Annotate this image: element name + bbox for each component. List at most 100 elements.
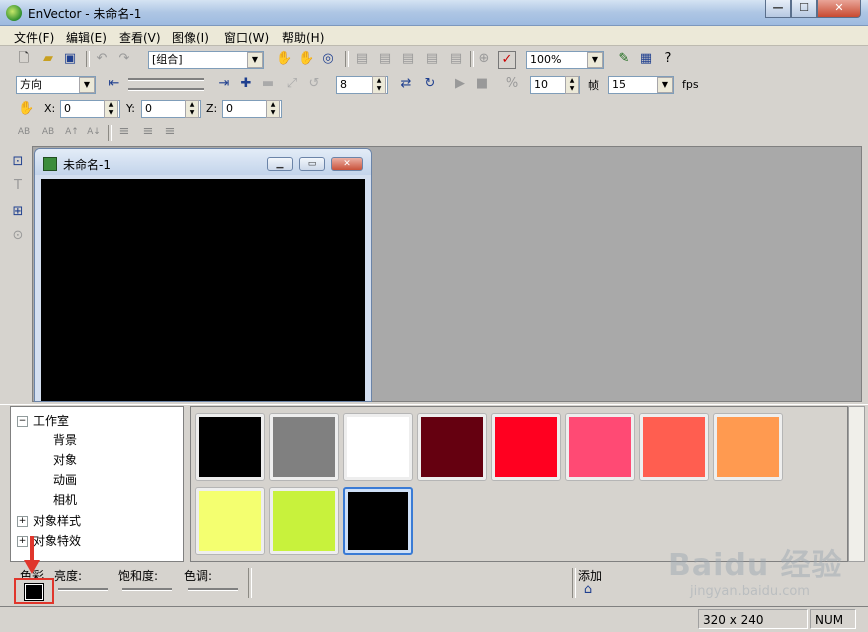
- expand-toggle[interactable]: +: [17, 516, 28, 527]
- tree-item-object-style[interactable]: 对象样式: [33, 512, 81, 529]
- text-icon-3[interactable]: A↑: [64, 124, 80, 140]
- color-swatch[interactable]: [491, 413, 561, 481]
- studio-tree: − 工作室 背景 对象 动画 相机 + 对象样式 + 对象特效: [10, 406, 184, 562]
- rotate-icon[interactable]: ↻: [422, 76, 438, 92]
- document-title-bar[interactable]: 未命名-1 ▁ ▭ ✕: [35, 149, 371, 175]
- align-center-icon[interactable]: ≡: [140, 124, 156, 140]
- menu-bar: 文件(F) 编辑(E) 查看(V) 图像(I) 窗口(W) 帮助(H): [0, 26, 868, 46]
- color-swatch[interactable]: [269, 413, 339, 481]
- tree-item-background[interactable]: 背景: [53, 431, 77, 448]
- undo-icon[interactable]: ↶: [94, 51, 110, 67]
- check-frame-icon[interactable]: ✓: [498, 51, 516, 69]
- camera-tool-icon[interactable]: ⊙: [10, 228, 26, 244]
- color-swatch[interactable]: [417, 413, 487, 481]
- transform-icon[interactable]: ⤢: [284, 76, 300, 92]
- vertical-scrollbar[interactable]: [848, 406, 865, 562]
- text-icon-4[interactable]: A↓: [86, 124, 102, 140]
- saturation-slider[interactable]: [122, 588, 172, 591]
- annotation-arrow-head: [24, 560, 40, 574]
- step-forward-icon[interactable]: ⇥: [216, 76, 232, 92]
- maximize-button[interactable]: ☐: [791, 0, 817, 18]
- new-file-icon[interactable]: 🗋: [16, 51, 32, 67]
- percent-icon[interactable]: %: [504, 76, 520, 92]
- select-tool-icon[interactable]: ⊡: [10, 154, 26, 170]
- tree-item-studio[interactable]: 工作室: [33, 412, 69, 429]
- globe-icon[interactable]: ⊕: [476, 51, 492, 67]
- frame-slider-track-2[interactable]: [128, 88, 204, 91]
- chevron-down-icon[interactable]: ▼: [79, 77, 95, 93]
- remove-keyframe-icon[interactable]: ▬: [260, 76, 276, 92]
- repeat-icon[interactable]: ⇄: [398, 76, 414, 92]
- chevron-down-icon[interactable]: ▼: [587, 52, 603, 68]
- chevron-down-icon[interactable]: ▼: [247, 52, 263, 68]
- layer-icon-2[interactable]: ▤: [377, 51, 393, 67]
- properties-icon[interactable]: ▦: [638, 51, 654, 67]
- text-tool-icon[interactable]: T: [10, 178, 26, 194]
- pan-hand-icon[interactable]: ✋: [276, 51, 292, 67]
- color-swatch[interactable]: [565, 413, 635, 481]
- speed-stepper[interactable]: ▲ ▼: [565, 76, 579, 94]
- document-minimize-button[interactable]: ▁: [267, 157, 293, 171]
- add-color-icon[interactable]: ⌂: [580, 582, 596, 598]
- layer-icon-5[interactable]: ▤: [448, 51, 464, 67]
- loop-back-icon[interactable]: ↺: [306, 76, 322, 92]
- save-icon[interactable]: ▣: [62, 51, 78, 67]
- color-swatch[interactable]: [195, 413, 265, 481]
- menu-image[interactable]: 图像(I): [172, 29, 209, 46]
- menu-view[interactable]: 查看(V): [119, 29, 161, 46]
- document-close-button[interactable]: ✕: [331, 157, 363, 171]
- color-swatch[interactable]: [195, 487, 265, 555]
- menu-edit[interactable]: 编辑(E): [66, 29, 107, 46]
- color-swatch[interactable]: [343, 413, 413, 481]
- open-folder-icon[interactable]: ▰: [40, 51, 56, 67]
- menu-file[interactable]: 文件(F): [14, 29, 54, 46]
- close-button[interactable]: ✕: [817, 0, 861, 18]
- help-cursor-icon[interactable]: ?: [660, 51, 676, 67]
- color-swatch[interactable]: [343, 487, 413, 555]
- stop-icon[interactable]: ■: [474, 76, 490, 92]
- color-swatch[interactable]: [269, 487, 339, 555]
- layer-icon-3[interactable]: ▤: [400, 51, 416, 67]
- step-back-icon[interactable]: ⇤: [106, 76, 122, 92]
- play-icon[interactable]: ▶: [452, 76, 468, 92]
- menu-help[interactable]: 帮助(H): [282, 29, 324, 46]
- chevron-down-icon[interactable]: ▼: [657, 77, 673, 93]
- object-tool-icon[interactable]: ⊞: [10, 204, 26, 220]
- tree-item-animation[interactable]: 动画: [53, 471, 77, 488]
- frame-step-stepper[interactable]: ▲ ▼: [372, 76, 386, 94]
- layer-icon-4[interactable]: ▤: [424, 51, 440, 67]
- toolbar-main: 🗋 ▰ ▣ ↶ ↷ [组合] ▼ ✋ ✋ ◎ ▤ ▤ ▤ ▤ ▤ ⊕ ✓ 100…: [0, 47, 868, 71]
- rotate-hand-icon[interactable]: ✋: [298, 51, 314, 67]
- toolbar-coordinates: ✋ X: 0 ▲ ▼ Y: 0 ▲ ▼ Z: 0 ▲ ▼: [0, 97, 868, 121]
- expand-toggle[interactable]: +: [17, 536, 28, 547]
- tree-item-object-effects[interactable]: 对象特效: [33, 532, 81, 549]
- color-swatch-fill: [643, 417, 705, 477]
- brightness-slider[interactable]: [58, 588, 108, 591]
- color-swatch[interactable]: [713, 413, 783, 481]
- y-stepper[interactable]: ▲ ▼: [185, 100, 199, 118]
- layer-icon-1[interactable]: ▤: [354, 51, 370, 67]
- position-hand-icon[interactable]: ✋: [18, 101, 34, 117]
- edit-object-icon[interactable]: ✎: [616, 51, 632, 67]
- color-swatch[interactable]: [639, 413, 709, 481]
- menu-window[interactable]: 窗口(W): [224, 29, 269, 46]
- text-icon-1[interactable]: AB: [16, 124, 32, 140]
- redo-icon[interactable]: ↷: [116, 51, 132, 67]
- zoom-target-icon[interactable]: ◎: [320, 51, 336, 67]
- minimize-button[interactable]: —: [765, 0, 791, 18]
- x-stepper[interactable]: ▲ ▼: [104, 100, 118, 118]
- align-left-icon[interactable]: ≡: [116, 124, 132, 140]
- tree-item-camera[interactable]: 相机: [53, 491, 77, 508]
- align-right-icon[interactable]: ≡: [162, 124, 178, 140]
- text-icon-2[interactable]: AB: [40, 124, 56, 140]
- hue-slider[interactable]: [188, 588, 238, 591]
- document-maximize-button[interactable]: ▭: [299, 157, 325, 171]
- tree-item-object[interactable]: 对象: [53, 451, 77, 468]
- z-stepper[interactable]: ▲ ▼: [266, 100, 280, 118]
- add-keyframe-icon[interactable]: ✚: [238, 76, 254, 92]
- toolbar-separator: [86, 51, 90, 67]
- drawing-canvas[interactable]: [41, 179, 365, 401]
- current-color-button[interactable]: [14, 578, 54, 604]
- frame-slider-track[interactable]: [128, 78, 204, 81]
- collapse-toggle[interactable]: −: [17, 416, 28, 427]
